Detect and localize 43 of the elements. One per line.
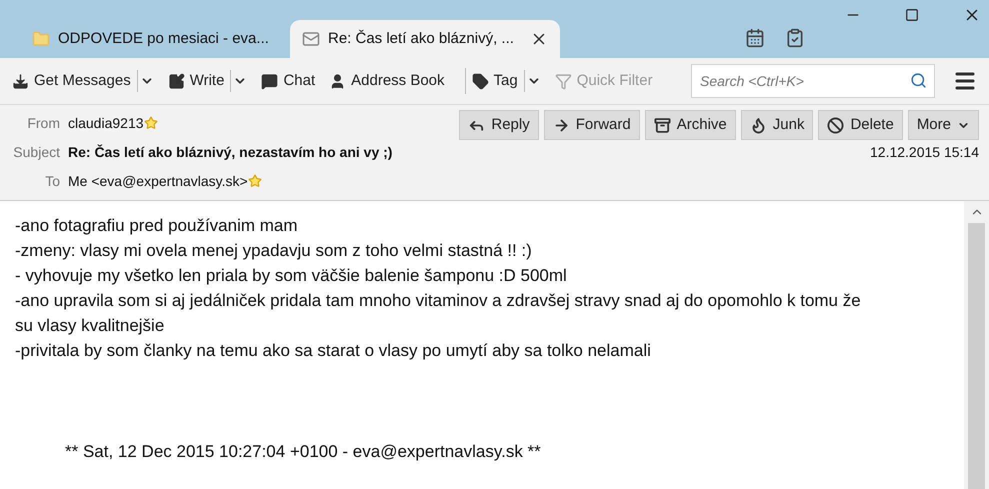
- message-line: - vyhovuje my všetko len priala by som väčšie balenie šamponu :D 500ml: [15, 265, 568, 287]
- task-icon[interactable]: [785, 28, 805, 48]
- filter-icon: [554, 72, 572, 90]
- header-action-button[interactable]: More: [908, 110, 979, 140]
- search-icon[interactable]: [910, 72, 927, 89]
- star-icon[interactable]: [144, 116, 158, 130]
- star-icon[interactable]: [248, 174, 262, 188]
- toolbar-button[interactable]: Chat: [261, 70, 316, 92]
- toolbar-button[interactable]: Address Book: [329, 70, 445, 92]
- message-line: -ano upravila som si aj jedálniček pridala tam mnoho vitaminov a zdravšej stravy snad aj do opomohlo k tomu že su vlasy kvalitnejšie: [15, 290, 862, 337]
- toolbar-button[interactable]: Write: [168, 70, 224, 92]
- archive-icon: [654, 116, 671, 134]
- message-line: -ano fotagrafiu pred používanim mam: [15, 215, 299, 237]
- flame-icon: [750, 116, 767, 134]
- to-label: To: [44, 172, 60, 190]
- tab[interactable]: ODPOVEDE po mesiaci - eva...: [20, 20, 290, 58]
- envelope-icon: [302, 30, 320, 48]
- calendar-icon[interactable]: [745, 28, 765, 48]
- from-label: From: [26, 114, 60, 132]
- toolbar-button[interactable]: Get Messages: [12, 70, 131, 92]
- folder-icon: [32, 30, 50, 48]
- toolbar-button[interactable]: Tag: [472, 70, 518, 92]
- header-action-button[interactable]: Delete: [818, 110, 903, 140]
- scrollbar[interactable]: [964, 201, 989, 489]
- search-field[interactable]: Search <Ctrl+K>: [691, 64, 935, 98]
- tag-icon: [472, 72, 489, 90]
- subject-text: Re: Čas letí ako bláznivý, nezastavím ho ani vy ;): [68, 142, 392, 162]
- header-action-button[interactable]: Archive: [644, 110, 736, 140]
- header-action-button[interactable]: Reply: [459, 110, 539, 140]
- download-icon: [12, 72, 29, 90]
- message-signature: ** Sat, 12 Dec 2015 10:27:04 +0100 - eva@expertnavlasy.sk **: [65, 441, 542, 463]
- message-line: -zmeny: vlasy mi ovela menej ypadavju som z toho velmi stastná !! :): [15, 240, 533, 262]
- chat-icon: [261, 72, 278, 90]
- subject-label: Subject: [12, 142, 60, 162]
- date-text: 12.12.2015 15:14: [870, 142, 979, 162]
- message-line: -privitala by som članky na temu ako sa starat o vlasy po umytí aby sa tolko nelamali: [15, 340, 652, 362]
- sender-name: claudia9213: [68, 114, 144, 132]
- recipient-address: Me <eva@expertnavlasy.sk>: [68, 172, 248, 191]
- header-action-button[interactable]: Forward: [544, 110, 640, 140]
- maximize-icon[interactable]: [905, 8, 919, 22]
- tab[interactable]: Re: Čas letí ako bláznivý, ...: [290, 20, 560, 58]
- header-action-button[interactable]: Junk: [740, 110, 814, 140]
- no-entry-icon: [827, 116, 844, 134]
